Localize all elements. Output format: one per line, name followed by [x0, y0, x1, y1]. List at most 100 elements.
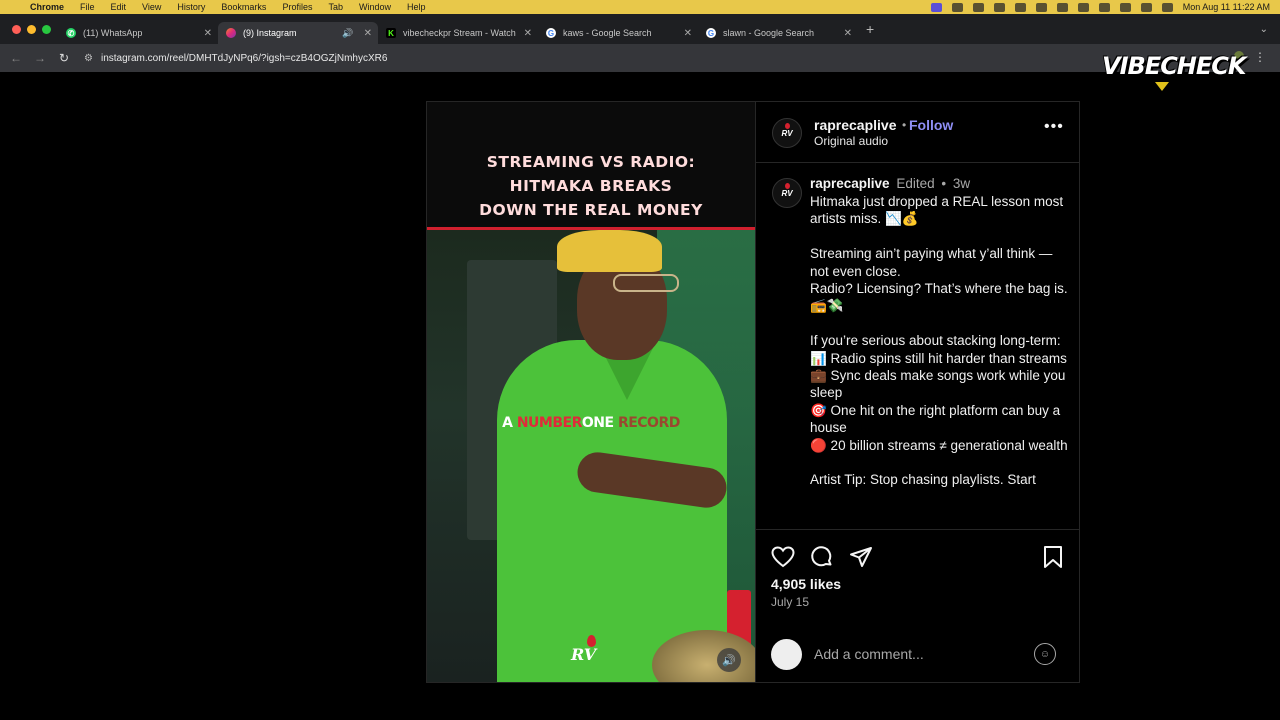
- close-tab-icon[interactable]: ✕: [844, 28, 852, 39]
- menu-window[interactable]: Window: [351, 2, 399, 12]
- tab-strip: ✆ (11) WhatsApp ✕ (9) Instagram 🔊 ✕ K vi…: [0, 14, 1280, 44]
- keyboard-icon[interactable]: [1098, 2, 1110, 12]
- vibecheck-logo-text: VIBECHECK: [1102, 52, 1246, 80]
- tab-instagram[interactable]: (9) Instagram 🔊 ✕: [218, 22, 378, 44]
- menu-view[interactable]: View: [134, 2, 169, 12]
- bluetooth-icon[interactable]: [1035, 2, 1047, 12]
- menu-history[interactable]: History: [169, 2, 213, 12]
- tab-label: kaws - Google Search: [563, 28, 652, 38]
- site-settings-icon[interactable]: ⚙: [84, 53, 93, 64]
- separator-dot: •: [941, 176, 947, 191]
- more-options-icon[interactable]: •••: [1044, 118, 1064, 136]
- extension-icon[interactable]: [972, 2, 984, 12]
- like-count[interactable]: 4,905 likes: [771, 576, 841, 592]
- caption-username[interactable]: raprecaplive: [810, 176, 890, 191]
- caption-line: If you’re serious about stacking long-te…: [810, 333, 1061, 349]
- calendar-icon[interactable]: [993, 2, 1005, 12]
- spotlight-search-icon[interactable]: [1119, 2, 1131, 12]
- like-heart-icon[interactable]: [770, 544, 796, 570]
- whatsapp-icon: ✆: [66, 28, 76, 38]
- author-avatar[interactable]: RV: [772, 178, 802, 208]
- post-date[interactable]: July 15: [771, 595, 809, 609]
- menu-file[interactable]: File: [72, 2, 103, 12]
- tab-label: (11) WhatsApp: [83, 28, 143, 38]
- headline-line: STREAMING VS RADIO:: [486, 153, 696, 171]
- menu-help[interactable]: Help: [399, 2, 434, 12]
- caption-line: Hitmaka just dropped a REAL lesson most …: [810, 194, 1067, 227]
- original-audio-link[interactable]: Original audio: [814, 134, 888, 148]
- share-send-icon[interactable]: [848, 544, 874, 570]
- my-avatar[interactable]: [771, 639, 802, 670]
- menu-bookmarks[interactable]: Bookmarks: [213, 2, 274, 12]
- author-username[interactable]: raprecaplive: [814, 117, 897, 133]
- tab-kaws-search[interactable]: G kaws - Google Search ✕: [538, 22, 698, 44]
- forward-button[interactable]: →: [28, 51, 52, 65]
- close-tab-icon[interactable]: ✕: [524, 28, 532, 39]
- siri-icon[interactable]: [1161, 2, 1173, 12]
- window-controls: [0, 24, 58, 34]
- menu-tab[interactable]: Tab: [320, 2, 351, 12]
- close-window-button[interactable]: [12, 24, 21, 34]
- menu-profiles[interactable]: Profiles: [274, 2, 320, 12]
- menu-app-name[interactable]: Chrome: [22, 2, 72, 12]
- caption-word: ONE: [581, 415, 614, 431]
- rv-logo-text: RV: [571, 645, 597, 664]
- toolbar: ← → ↻ ⚙ instagram.com/reel/DMHTdJyNPq6/?…: [0, 44, 1280, 72]
- zoom-window-button[interactable]: [42, 24, 51, 34]
- headline-line: DOWN THE REAL MONEY: [479, 201, 703, 219]
- video-frame: [427, 230, 755, 682]
- caption-word: RECORD: [617, 415, 680, 431]
- instagram-icon: [226, 28, 236, 38]
- caption-word: NUMBER: [516, 415, 583, 431]
- control-center-icon[interactable]: [1140, 2, 1152, 12]
- speaker-icon[interactable]: 🔊: [342, 28, 353, 39]
- wifi-icon[interactable]: [1077, 2, 1089, 12]
- back-button[interactable]: ←: [4, 51, 28, 65]
- kick-icon: K: [386, 28, 396, 38]
- close-tab-icon[interactable]: ✕: [204, 28, 212, 39]
- headphones-icon[interactable]: [1014, 2, 1026, 12]
- caption-scroll-area[interactable]: RV raprecaplive Edited • 3w Hitmaka just…: [756, 164, 1080, 530]
- logo-triangle-icon: [1155, 82, 1169, 91]
- reel-video[interactable]: STREAMING VS RADIO: HITMAKA BREAKS DOWN …: [427, 102, 755, 682]
- new-tab-button[interactable]: +: [866, 21, 874, 37]
- emoji-picker-icon[interactable]: ☺: [1034, 643, 1056, 665]
- follow-button[interactable]: Follow: [909, 117, 953, 133]
- author-avatar[interactable]: RV: [772, 118, 802, 148]
- caption-age[interactable]: 3w: [953, 176, 970, 191]
- edited-label: Edited: [896, 176, 935, 191]
- tab-whatsapp[interactable]: ✆ (11) WhatsApp ✕: [58, 22, 218, 44]
- battery-icon[interactable]: [1056, 2, 1068, 12]
- minimize-window-button[interactable]: [27, 24, 36, 34]
- tab-search-chevron-icon[interactable]: ⌄: [1260, 24, 1268, 35]
- comment-bubble-icon[interactable]: [809, 544, 835, 570]
- browser-menu-icon[interactable]: ⋮: [1254, 50, 1266, 64]
- close-tab-icon[interactable]: ✕: [364, 28, 372, 39]
- yellow-bandana: [557, 230, 662, 272]
- audio-toggle-button[interactable]: 🔊: [717, 648, 741, 672]
- tab-label: slawn - Google Search: [723, 28, 815, 38]
- play-icon[interactable]: [951, 2, 963, 12]
- separator-dot: •: [902, 118, 907, 132]
- url-text[interactable]: instagram.com/reel/DMHTdJyNPq6/?igsh=czB…: [101, 53, 387, 64]
- comment-input[interactable]: Add a comment...: [814, 646, 924, 662]
- screen-share-icon[interactable]: [930, 2, 942, 12]
- address-bar[interactable]: ⚙ instagram.com/reel/DMHTdJyNPq6/?igsh=c…: [84, 53, 387, 64]
- video-headline: STREAMING VS RADIO: HITMAKA BREAKS DOWN …: [427, 150, 755, 222]
- tab-slawn-search[interactable]: G slawn - Google Search ✕: [698, 22, 858, 44]
- vibecheck-logo: VIBECHECK: [1100, 48, 1246, 92]
- reel-post: STREAMING VS RADIO: HITMAKA BREAKS DOWN …: [426, 101, 1080, 683]
- caption-line: 🔴 20 billion streams ≠ generational weal…: [810, 437, 1068, 453]
- reload-button[interactable]: ↻: [52, 51, 76, 65]
- macos-menu-bar: Chrome File Edit View History Bookmarks …: [0, 0, 1280, 14]
- glasses: [613, 274, 679, 292]
- caption-line: 🎯 One hit on the right platform can buy …: [810, 402, 1064, 436]
- menu-clock[interactable]: Mon Aug 11 11:22 AM: [1183, 2, 1270, 12]
- menu-edit[interactable]: Edit: [103, 2, 135, 12]
- close-tab-icon[interactable]: ✕: [684, 28, 692, 39]
- google-icon: G: [706, 28, 716, 38]
- caption-line: 💼 Sync deals make songs work while you s…: [810, 368, 1070, 401]
- tab-kick-stream[interactable]: K vibecheckpr Stream - Watch ✕: [378, 22, 538, 44]
- save-bookmark-icon[interactable]: [1040, 544, 1066, 570]
- caption-line: Radio? Licensing? That’s where the bag i…: [810, 281, 1072, 314]
